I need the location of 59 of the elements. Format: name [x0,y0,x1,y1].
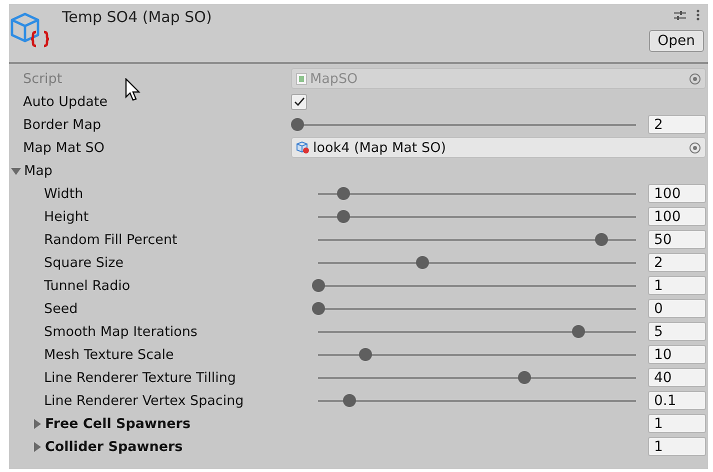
number-field[interactable]: 2 [648,115,706,134]
field-label: Line Renderer Texture Tilling [43,370,238,386]
slider-thumb[interactable] [416,256,430,268]
slider-thumb[interactable] [290,118,304,130]
number-field[interactable]: 1 [648,437,706,456]
number-field[interactable]: 100 [648,184,706,203]
collapse-arrow-icon[interactable] [32,418,42,428]
checkmark-icon [294,97,304,106]
field-label: Seed [43,300,79,316]
slider-thumb[interactable] [312,278,324,292]
slider-thumb[interactable] [343,394,356,406]
field-label: Width [43,186,84,202]
slider-thumb[interactable] [312,302,324,314]
foldout-label[interactable]: Free Cell Spawners [42,416,190,432]
object-value: look4 (Map Mat SO) [313,140,447,156]
slider-thumb[interactable] [594,232,608,246]
number-field[interactable]: 0 [648,299,706,318]
slider-thumb[interactable] [518,370,532,384]
number-field[interactable]: 1 [648,414,706,433]
slider-thumb[interactable] [572,324,586,338]
field-label: Auto Update [22,94,109,110]
field-label: Mesh Texture Scale [43,346,175,362]
slider-thumb[interactable] [359,348,372,360]
number-field[interactable]: 100 [648,207,706,226]
number-field[interactable]: 50 [648,230,706,249]
object-picker-icon[interactable] [689,142,701,154]
collapse-arrow-icon[interactable] [32,442,42,452]
field-label: Tunnel Radio [43,278,132,294]
field-label: Border Map [22,116,102,132]
window-title: Temp SO4 (Map SO) [62,8,212,26]
foldout-label[interactable]: Map [21,162,52,178]
field-label: Script [22,70,64,86]
field-label: Line Renderer Vertex Spacing [43,392,245,408]
foldout-label[interactable]: Collider Spawners [42,438,183,454]
open-button[interactable]: Open [648,30,704,52]
number-field[interactable]: 1 [648,276,706,295]
object-value: MapSO [310,70,359,86]
settings-sliders-icon[interactable] [674,10,686,20]
number-field[interactable]: 5 [648,322,706,341]
field-label: Map Mat SO [22,140,106,156]
field-label: Random Fill Percent [43,232,178,248]
checkbox[interactable] [291,94,307,110]
scriptable-object-icon [9,10,51,50]
field-label: Square Size [43,254,125,270]
slider-thumb[interactable] [336,210,350,222]
number-field[interactable]: 2 [648,253,706,272]
field-label: Height [43,208,90,224]
number-field[interactable]: 0.1 [648,391,706,410]
cube-icon [296,141,310,154]
slider-thumb[interactable] [336,186,350,200]
mouse-cursor-icon [125,78,141,102]
object-field[interactable]: look4 (Map Mat SO) [291,137,706,158]
field-label: Smooth Map Iterations [43,324,198,340]
number-field[interactable]: 10 [648,345,706,364]
object-picker-icon[interactable] [689,72,701,84]
more-options-icon[interactable] [696,9,700,21]
expand-arrow-icon[interactable] [11,166,21,176]
script-icon [296,72,307,84]
number-field[interactable]: 40 [648,368,706,387]
